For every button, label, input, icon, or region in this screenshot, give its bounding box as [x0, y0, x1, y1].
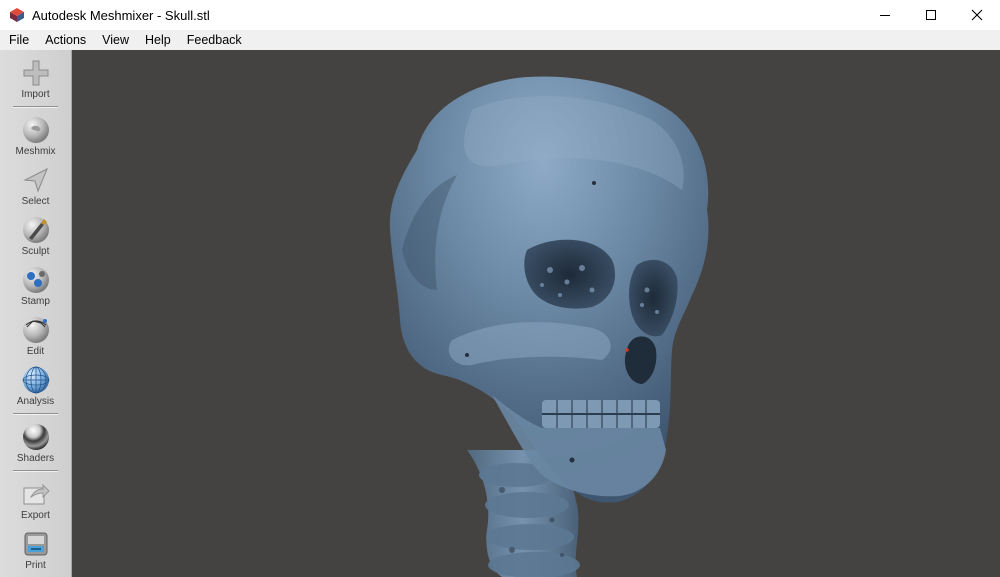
arrow-cursor-icon: [22, 167, 48, 193]
close-icon: [971, 9, 983, 21]
analysis-label: Analysis: [16, 396, 55, 407]
chrome-sphere-icon: [22, 424, 49, 450]
stamp-ball-icon: [22, 267, 49, 293]
export-arrow-icon: [23, 484, 50, 505]
import-label: Import: [21, 89, 50, 100]
menu-help[interactable]: Help: [137, 30, 179, 50]
shaders-label: Shaders: [16, 453, 55, 464]
window-title: Autodesk Meshmixer - Skull.stl: [32, 7, 210, 23]
menu-bar: File Actions View Help Feedback: [0, 30, 1000, 50]
export-label: Export: [21, 510, 50, 521]
edit-tool[interactable]: Edit: [0, 315, 71, 357]
analysis-tool[interactable]: Analysis: [0, 365, 71, 407]
plus-icon: [23, 60, 48, 86]
minimize-button[interactable]: [862, 0, 908, 30]
close-button[interactable]: [954, 0, 1000, 30]
select-label: Select: [21, 196, 50, 207]
edit-ball-icon: [22, 317, 49, 343]
menu-view[interactable]: View: [94, 30, 137, 50]
toolbar-divider: [13, 413, 58, 415]
printer-icon: [24, 532, 47, 556]
skull-model[interactable]: [72, 50, 1000, 577]
title-bar: Autodesk Meshmixer - Skull.stl: [0, 0, 1000, 30]
toolbar-divider: [13, 106, 58, 108]
maximize-icon: [926, 10, 936, 20]
brush-ball-icon: [22, 217, 49, 243]
3d-viewport[interactable]: [72, 50, 1000, 577]
window-controls: [862, 0, 1000, 30]
maximize-button[interactable]: [908, 0, 954, 30]
sculpt-tool[interactable]: Sculpt: [0, 215, 71, 257]
print-tool[interactable]: Print: [0, 529, 71, 571]
wireframe-sphere-icon: [22, 366, 49, 394]
stamp-label: Stamp: [21, 296, 50, 307]
export-tool[interactable]: Export: [0, 479, 71, 521]
edit-label: Edit: [26, 346, 45, 357]
toolbar-divider: [13, 470, 58, 472]
stamp-tool[interactable]: Stamp: [0, 265, 71, 307]
import-tool[interactable]: Import: [0, 58, 71, 100]
select-tool[interactable]: Select: [0, 165, 71, 207]
meshmixer-app-icon: [10, 8, 24, 22]
minimize-icon: [880, 15, 890, 16]
menu-feedback[interactable]: Feedback: [179, 30, 250, 50]
meshmix-ball-icon: [22, 117, 49, 143]
meshmix-tool[interactable]: Meshmix: [0, 115, 71, 157]
meshmix-label: Meshmix: [15, 146, 56, 157]
menu-file[interactable]: File: [0, 30, 37, 50]
tool-sidebar: Import Meshmix Select Sculpt Stamp Edit …: [0, 50, 72, 577]
print-label: Print: [25, 560, 46, 571]
sculpt-label: Sculpt: [21, 246, 50, 257]
shaders-tool[interactable]: Shaders: [0, 422, 71, 464]
menu-actions[interactable]: Actions: [37, 30, 94, 50]
